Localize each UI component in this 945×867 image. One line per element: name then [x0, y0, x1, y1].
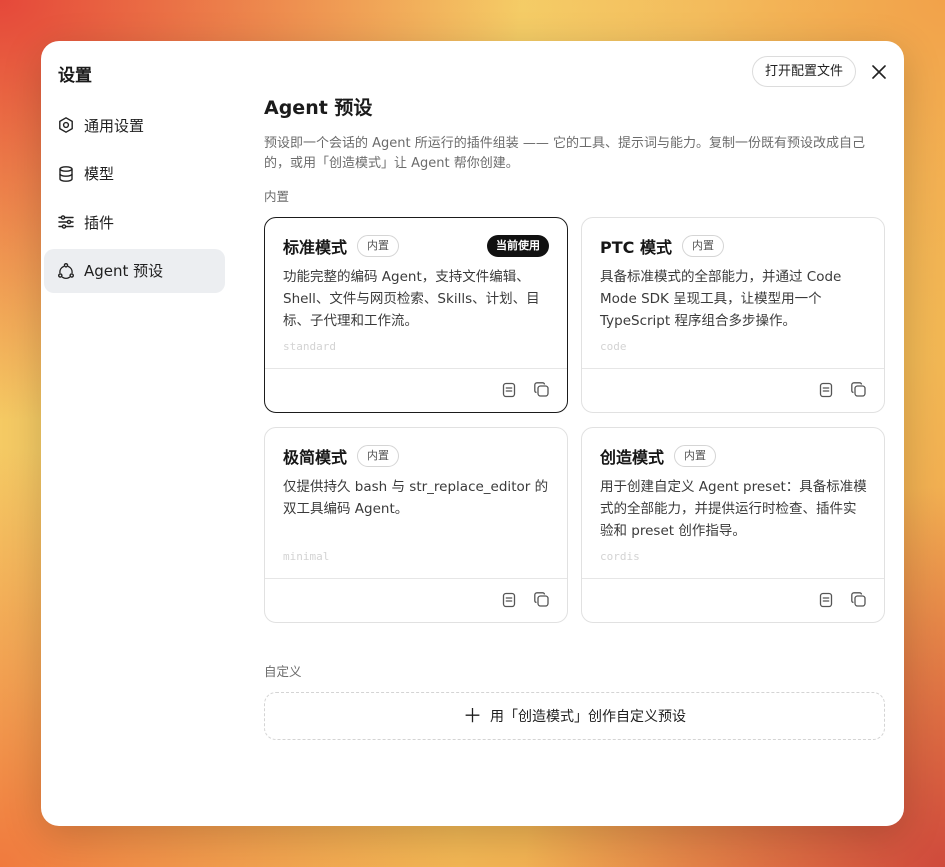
preset-name: 标准模式: [283, 238, 348, 257]
custom-section-label: 自定义: [264, 664, 302, 679]
preset-card-creator[interactable]: 创造模式 内置 用于创建自定义 Agent preset：具备标准模式的全部能力…: [581, 427, 885, 623]
preset-grid: 标准模式 内置 当前使用 功能完整的编码 Agent，支持文件编辑、Shell、…: [264, 217, 885, 623]
preset-card-standard[interactable]: 标准模式 内置 当前使用 功能完整的编码 Agent，支持文件编辑、Shell、…: [264, 217, 568, 413]
preset-name: 创造模式: [600, 448, 665, 467]
builtin-section-label: 内置: [264, 189, 290, 204]
builtin-badge: 内置: [674, 445, 717, 467]
sidebar-item-models[interactable]: 模型: [44, 152, 225, 196]
preset-description: 具备标准模式的全部能力，并通过 Code Mode SDK 呈现工具，让模型用一…: [600, 269, 842, 329]
preset-description: 功能完整的编码 Agent，支持文件编辑、Shell、文件与网页检索、Skill…: [283, 269, 540, 329]
sidebar-item-label: 通用设置: [84, 116, 145, 135]
close-icon[interactable]: [868, 61, 890, 83]
sidebar-item-label: Agent 预设: [84, 262, 164, 280]
copy-icon[interactable]: [532, 590, 551, 609]
sidebar-item-label: 模型: [84, 165, 115, 183]
card-divider: [265, 368, 567, 369]
builtin-badge: 内置: [357, 235, 400, 257]
preset-description: 仅提供持久 bash 与 str_replace_editor 的双工具编码 A…: [283, 479, 549, 517]
builtin-badge: 内置: [357, 445, 400, 467]
document-icon[interactable]: [816, 380, 835, 399]
add-custom-preset-button[interactable]: ＋ 用「创造模式」创作自定义预设: [264, 692, 885, 740]
preset-card-ptc[interactable]: PTC 模式 内置 具备标准模式的全部能力，并通过 Code Mode SDK …: [581, 217, 885, 413]
dialog-title: 设置: [58, 66, 92, 86]
document-icon[interactable]: [499, 380, 518, 399]
preset-name: 极简模式: [283, 448, 348, 467]
document-icon[interactable]: [816, 590, 835, 609]
recycle-icon: [57, 262, 75, 280]
database-icon: [57, 165, 75, 183]
preset-id: cordis: [600, 550, 640, 563]
preset-id: minimal: [283, 550, 330, 563]
copy-icon[interactable]: [849, 380, 868, 399]
card-divider: [265, 578, 567, 579]
sidebar-item-general[interactable]: 通用设置: [44, 103, 225, 147]
preset-description: 用于创建自定义 Agent preset：具备标准模式的全部能力，并提供运行时检…: [600, 479, 867, 539]
copy-icon[interactable]: [849, 590, 868, 609]
add-custom-label: 用「创造模式」创作自定义预设: [490, 709, 686, 725]
preset-card-minimal[interactable]: 极简模式 内置 仅提供持久 bash 与 str_replace_editor …: [264, 427, 568, 623]
sidebar-item-plugins[interactable]: 插件: [44, 200, 225, 244]
preset-id: standard: [283, 340, 336, 353]
page-description: 预设即一个会话的 Agent 所运行的插件组装 —— 它的工具、提示词与能力。复…: [264, 136, 866, 171]
gear-icon: [57, 116, 75, 134]
sidebar-item-label: 插件: [84, 213, 115, 232]
card-divider: [582, 368, 884, 369]
sidebar-item-agent-presets[interactable]: Agent 预设: [44, 248, 225, 293]
main-content: Agent 预设 预设即一个会话的 Agent 所运行的插件组装 —— 它的工具…: [264, 93, 885, 740]
page-title: Agent 预设: [264, 97, 373, 119]
current-badge: 当前使用: [487, 235, 549, 257]
preset-id: code: [600, 340, 627, 353]
copy-icon[interactable]: [532, 380, 551, 399]
open-config-button[interactable]: 打开配置文件: [751, 56, 856, 87]
document-icon[interactable]: [499, 590, 518, 609]
card-divider: [582, 578, 884, 579]
builtin-badge: 内置: [681, 235, 724, 257]
sidebar: 通用设置 模型 插件 Agent 预设: [44, 103, 225, 297]
sliders-icon: [57, 213, 75, 231]
plus-icon: ＋: [462, 704, 482, 727]
preset-name: PTC 模式: [600, 238, 672, 257]
settings-dialog: 设置 打开配置文件 通用设置 模型 插件 Agent 预设 Agent 预设 预…: [41, 41, 904, 826]
